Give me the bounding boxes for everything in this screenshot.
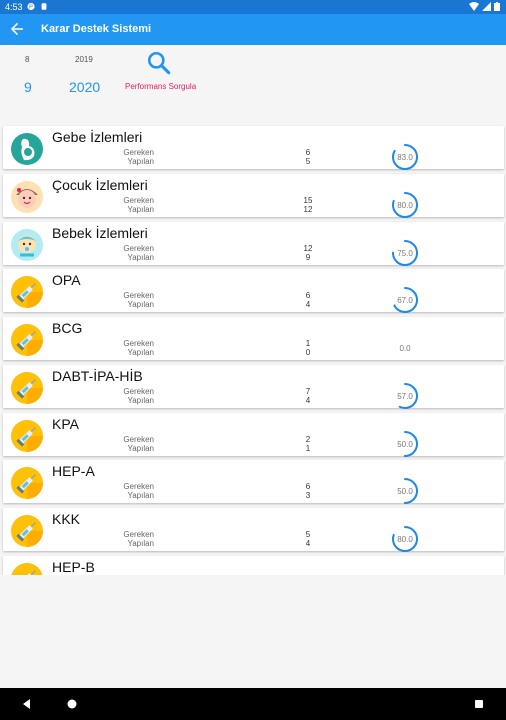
required-value: 12 [303, 244, 313, 253]
done-value: 4 [305, 396, 311, 405]
nav-recents-icon[interactable] [472, 697, 486, 711]
performance-list: Gebe İzlemleri Gereken Yapılan 6 5 83.0 Çocuk … [0, 125, 506, 575]
done-label: Yapılan [127, 348, 154, 357]
done-label: Yapılan [127, 253, 154, 262]
required-label: Gereken [123, 339, 154, 348]
done-value: 5 [305, 157, 311, 166]
list-item[interactable]: DABT-İPA-HİB Gereken Yapılan 7 4 57.0 [3, 365, 504, 409]
list-item[interactable]: Gebe İzlemleri Gereken Yapılan 6 5 83.0 [3, 126, 504, 170]
done-value: 4 [305, 539, 311, 548]
done-label: Yapılan [127, 491, 154, 500]
required-value: 5 [305, 530, 311, 539]
month-picker[interactable]: 9 [24, 79, 32, 95]
required-value: 6 [305, 291, 311, 300]
done-value: 3 [305, 491, 311, 500]
required-value: 2 [305, 435, 311, 444]
score-value: 67.0 [397, 296, 413, 305]
done-label: Yapılan [127, 205, 154, 214]
status-time: 4:53 [5, 2, 23, 12]
item-name: OPA [52, 272, 81, 288]
signal-icon [482, 2, 491, 11]
wifi-icon [469, 2, 479, 11]
item-name: Çocuk İzlemleri [52, 177, 148, 193]
list-item[interactable]: BCG Gereken Yapılan 1 0 0.0 [3, 317, 504, 360]
status-bar: 4:53 P [0, 0, 506, 14]
score-value: 57.0 [397, 392, 413, 401]
navigation-bar [0, 688, 506, 720]
year-option-prev[interactable]: 2019 [75, 55, 93, 64]
required-label: Gereken [123, 435, 154, 444]
query-panel: 8 2019 9 2020 Performans Sorgula [0, 45, 506, 125]
score-value: 0.0 [399, 344, 411, 353]
app-bar: Karar Destek Sistemi [0, 14, 506, 45]
done-value: 12 [303, 205, 313, 214]
year-picker[interactable]: 2020 [69, 79, 100, 95]
required-label: Gereken [123, 244, 154, 253]
nav-home-icon[interactable] [65, 697, 79, 711]
done-value: 9 [305, 253, 311, 262]
required-value: 15 [303, 196, 313, 205]
done-label: Yapılan [127, 539, 154, 548]
required-label: Gereken [123, 148, 154, 157]
item-name: KKK [52, 511, 81, 527]
sim-icon [41, 3, 47, 10]
battery-icon [494, 2, 500, 11]
syringe-icon [11, 563, 43, 575]
item-name: HEP-A [52, 463, 95, 479]
list-item[interactable]: Çocuk İzlemleri Gereken Yapılan 15 12 80.0 [3, 174, 504, 218]
list-item[interactable]: KKK Gereken Yapılan 5 4 80.0 [3, 508, 504, 552]
score-value: 50.0 [397, 487, 413, 496]
done-value: 0 [305, 348, 311, 357]
item-name: Gebe İzlemleri [52, 129, 143, 145]
required-value: 7 [305, 387, 311, 396]
back-arrow-icon[interactable] [9, 21, 25, 37]
required-label: Gereken [123, 196, 154, 205]
required-label: Gereken [123, 387, 154, 396]
list-item[interactable]: OPA Gereken Yapılan 6 4 67.0 [3, 269, 504, 313]
score-gauge [391, 573, 419, 575]
done-label: Yapılan [127, 396, 154, 405]
required-value: 6 [305, 148, 311, 157]
notification-icon: P [27, 2, 35, 11]
search-button-label[interactable]: Performans Sorgula [125, 82, 196, 91]
score-value: 50.0 [397, 440, 413, 449]
svg-text:P: P [29, 5, 33, 11]
done-label: Yapılan [127, 300, 154, 309]
item-name: DABT-İPA-HİB [52, 368, 143, 384]
required-label: Gereken [123, 291, 154, 300]
list-item[interactable]: Bebek İzlemleri Gereken Yapılan 12 9 75.0 [3, 222, 504, 266]
done-label: Yapılan [127, 444, 154, 453]
score-value: 75.0 [397, 249, 413, 258]
done-label: Yapılan [127, 157, 154, 166]
done-value: 4 [305, 300, 311, 309]
item-name: Bebek İzlemleri [52, 225, 148, 241]
list-item[interactable]: HEP-A Gereken Yapılan 6 3 50.0 [3, 460, 504, 504]
item-name: HEP-B [52, 559, 95, 575]
score-value: 80.0 [397, 535, 413, 544]
search-icon[interactable] [146, 50, 172, 76]
required-label: Gereken [123, 530, 154, 539]
required-value: 6 [305, 482, 311, 491]
item-name: BCG [52, 320, 83, 336]
list-item[interactable]: HEP-BGerekenYapılan [3, 556, 504, 575]
required-value: 1 [305, 339, 311, 348]
score-value: 80.0 [397, 201, 413, 210]
item-name: KPA [52, 416, 79, 432]
list-item[interactable]: KPA Gereken Yapılan 2 1 50.0 [3, 413, 504, 457]
month-option-prev[interactable]: 8 [25, 55, 29, 64]
done-value: 1 [305, 444, 311, 453]
page-title: Karar Destek Sistemi [41, 23, 152, 35]
required-label: Gereken [123, 482, 154, 491]
score-value: 83.0 [397, 153, 413, 162]
nav-back-icon[interactable] [20, 697, 34, 711]
